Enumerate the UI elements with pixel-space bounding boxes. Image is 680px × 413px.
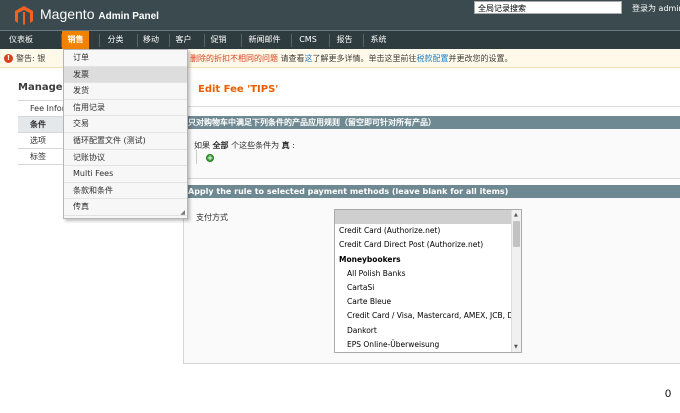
nav-item[interactable]: 新闻邮件	[242, 31, 287, 50]
nav-separator	[291, 34, 292, 47]
header-bar: Magento Admin Panel 全局记录搜索 登录为 admin	[0, 0, 680, 30]
payment-method-label: 支付方式	[196, 213, 228, 222]
payment-option[interactable]: Dankort	[335, 324, 521, 338]
scroll-down-icon[interactable]: ▼	[514, 344, 518, 350]
dropdown-menu-item[interactable]: 发货	[64, 83, 187, 100]
payment-option[interactable]: All Polish Banks	[335, 267, 521, 281]
condition-value[interactable]: 真	[282, 141, 290, 150]
dropdown-menu-item[interactable]: 交易	[64, 116, 187, 133]
warning-link-here[interactable]: 这	[305, 54, 313, 63]
nav-item[interactable]: 客户	[170, 31, 197, 50]
add-condition-icon[interactable]: +	[206, 154, 214, 162]
nav-item[interactable]: CMS	[292, 31, 324, 50]
payment-option[interactable]	[335, 210, 521, 225]
conditions-section-body	[184, 129, 680, 179]
dropdown-menu-item[interactable]: 条款和条件	[64, 183, 187, 200]
payment-option[interactable]: CartaSi	[335, 281, 521, 295]
nav-separator	[61, 34, 62, 47]
scroll-up-icon[interactable]: ▲	[514, 212, 518, 218]
warning-text: 删除的折扣不相同的问题 请查看这了解更多详情。单击这里前往税款配置并更改您的设置…	[190, 54, 513, 63]
nav-item[interactable]: 分类	[100, 31, 131, 50]
payment-option[interactable]: Credit Card (Authorize.net)	[335, 224, 521, 238]
payment-option[interactable]: Credit Card / Visa, Mastercard, AMEX, JC…	[335, 309, 521, 323]
sales-dropdown-menu: 订单 发票 发货 信用记录 交易 循环配置文件 (测试) 记账协议 Multi Fees 条款和…	[63, 49, 188, 219]
corner-text: 0	[665, 388, 672, 400]
page-title: Edit Fee 'TIPS'	[198, 84, 279, 95]
nav-separator	[99, 34, 100, 47]
resize-handle-icon: ◢	[180, 209, 185, 216]
nav-item[interactable]: 报告	[330, 31, 359, 50]
nav-separator	[169, 34, 170, 47]
payment-option[interactable]: Credit Card Direct Post (Authorize.net)	[335, 238, 521, 252]
main-nav: 仪表板 销售 分类 移动 客户 促销 新闻邮件 CMS 报告 系统	[0, 30, 680, 50]
nav-separator	[329, 34, 330, 47]
dropdown-menu-item[interactable]: 信用记录	[64, 100, 187, 117]
condition-statement: 如果 全部 个这些条件为 真 :	[194, 141, 295, 150]
dropdown-menu-item[interactable]: 循环配置文件 (测试)	[64, 133, 187, 150]
payment-option[interactable]: Carte Bleue	[335, 295, 521, 309]
nav-item[interactable]: 销售	[62, 31, 89, 50]
warning-label: 警告: 银	[16, 54, 46, 63]
dropdown-menu-item[interactable]: 订单	[64, 50, 187, 67]
nav-item[interactable]: 移动	[138, 31, 164, 50]
dropdown-menu-item[interactable]: 记账协议	[64, 150, 187, 167]
payment-option[interactable]	[335, 352, 521, 353]
warning-icon: !	[4, 54, 13, 63]
payment-section-header: Apply the rule to selected payment metho…	[184, 185, 680, 198]
payment-option[interactable]: Moneybookers	[335, 253, 521, 267]
dropdown-menu-item[interactable]: 发票	[64, 66, 187, 84]
nav-item[interactable]: 促销	[205, 31, 232, 50]
payment-option[interactable]: EPS Online-Überweisung	[335, 338, 521, 352]
login-info: 登录为 admin	[632, 4, 680, 13]
payment-method-select[interactable]: Credit Card (Authorize.net) Credit Card D…	[334, 209, 522, 353]
dropdown-menu-item[interactable]: Multi Fees	[64, 166, 187, 183]
nav-separator	[137, 34, 138, 47]
logo-text: Magento Admin Panel	[40, 6, 159, 22]
nav-separator	[241, 34, 242, 47]
nav-item[interactable]: 系统	[364, 31, 393, 50]
title-divider	[184, 106, 680, 107]
global-search-input[interactable]: 全局记录搜索	[474, 1, 622, 14]
conditions-section-header: 只对购物车中满足下列条件的产品应用规则（留空即可针对所有产品）	[184, 116, 680, 129]
nav-item[interactable]: 仪表板	[0, 31, 42, 50]
scrollbar-thumb[interactable]	[513, 221, 520, 247]
nav-separator	[363, 34, 364, 47]
magento-logo-icon[interactable]	[14, 5, 34, 25]
warning-link-tax-config[interactable]: 税款配置	[417, 54, 449, 63]
nav-separator	[204, 34, 205, 47]
condition-tree-line	[196, 150, 197, 164]
condition-aggregator[interactable]: 全部	[213, 141, 229, 150]
listbox-scrollbar[interactable]: ▲ ▼	[511, 210, 521, 352]
dropdown-menu-item[interactable]: 传真	[64, 199, 187, 216]
